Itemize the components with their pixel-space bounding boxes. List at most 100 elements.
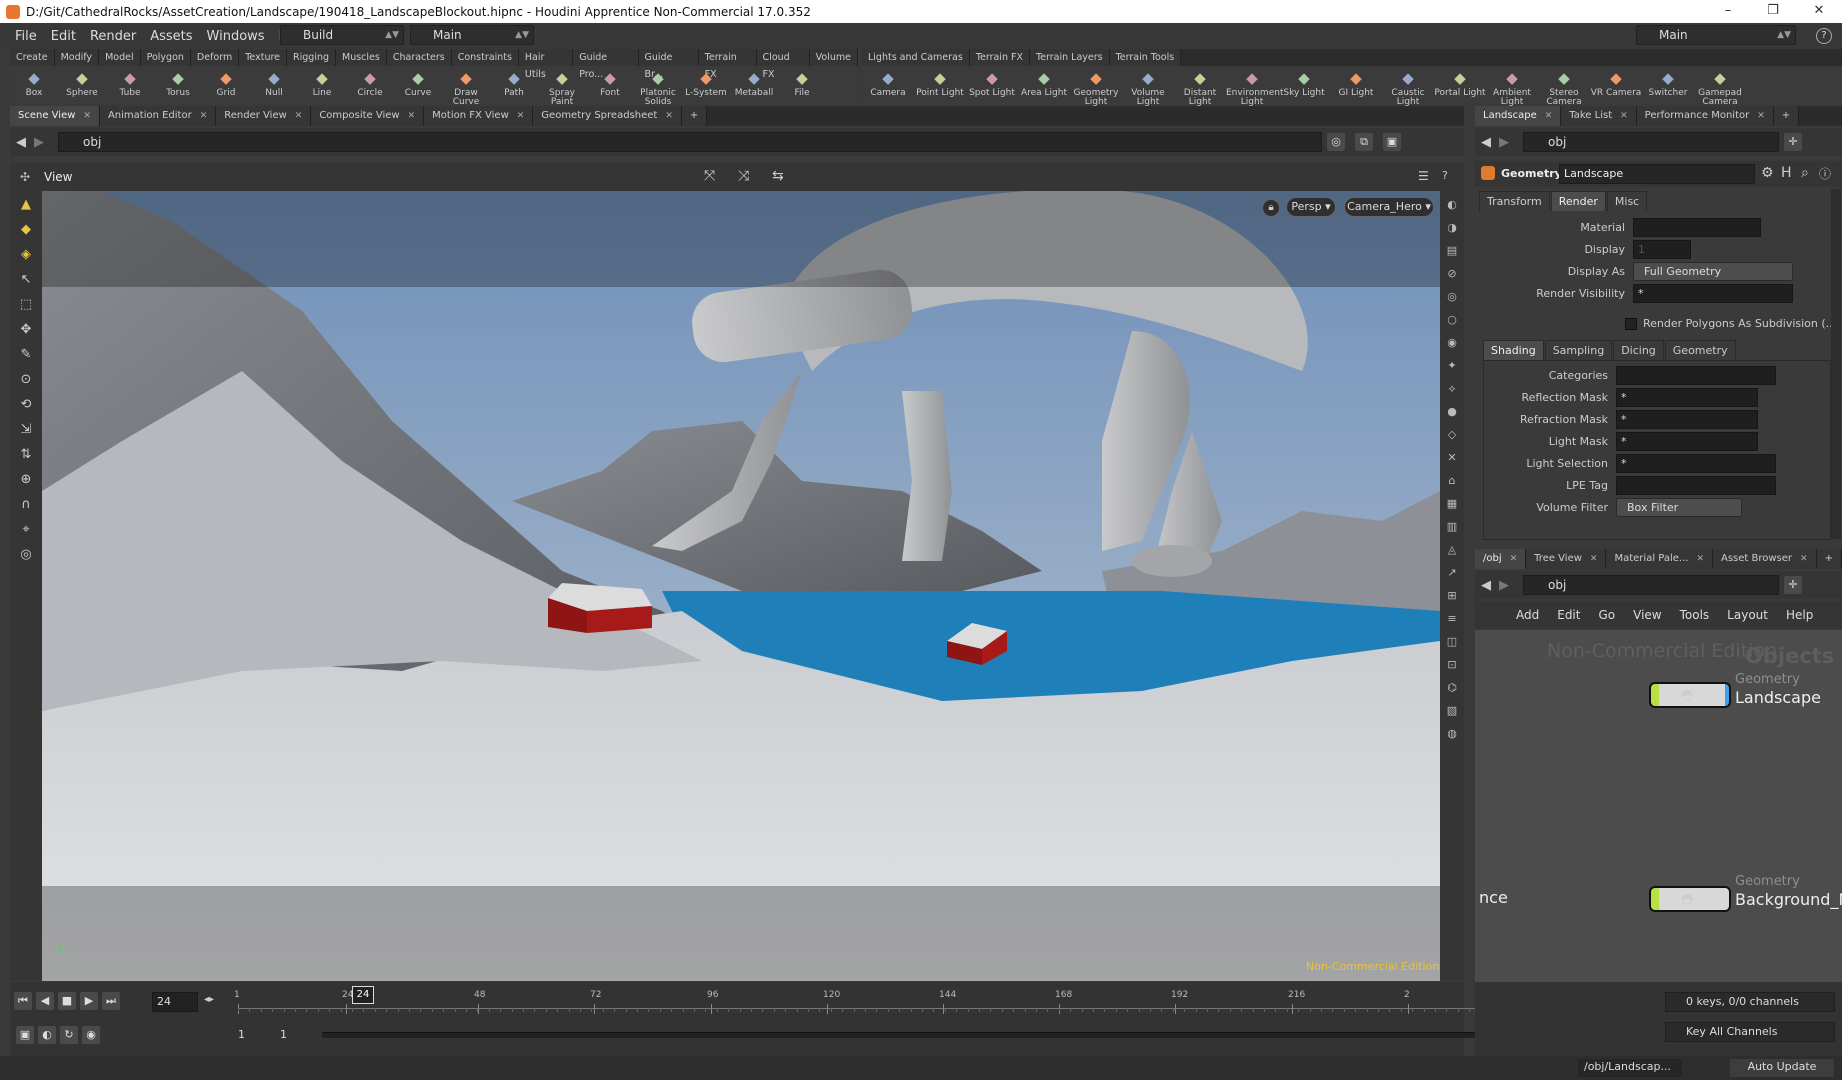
add-tab-icon[interactable]: + (1816, 549, 1842, 569)
persp-menu[interactable]: Persp ▾ (1286, 197, 1336, 217)
back-arrow-icon[interactable]: ◀ (16, 135, 26, 150)
display-option-icon[interactable]: ▥ (1443, 518, 1461, 536)
scale-icon[interactable]: ↖ (15, 269, 37, 291)
pin-icon[interactable]: ◎ (1327, 133, 1345, 151)
shading-value-light-mask[interactable]: * (1616, 432, 1758, 451)
subdivision-checkbox[interactable] (1625, 317, 1637, 330)
rotate-icon[interactable]: ◈ (15, 244, 37, 266)
forward-arrow-icon[interactable]: ▶ (34, 135, 44, 150)
shelf-tab-terrain-fx[interactable]: Terrain FX (698, 49, 757, 80)
params-sub-tab-dicing[interactable]: Dicing (1613, 340, 1664, 360)
keys-dropdown[interactable]: 0 keys, 0/0 channels (1665, 992, 1835, 1012)
start-frame-2[interactable]: 1 (280, 1028, 287, 1041)
param-value-material[interactable] (1633, 218, 1761, 237)
shading-value-volume-filter[interactable]: Box Filter (1616, 498, 1742, 517)
network-path-field[interactable]: obj (1523, 575, 1779, 595)
display-option-icon[interactable]: ▧ (1443, 702, 1461, 720)
network-menu-tools[interactable]: Tools (1671, 608, 1719, 622)
viewer-help-icon[interactable]: ? (1442, 169, 1448, 182)
network-menu-layout[interactable]: Layout (1718, 608, 1777, 622)
network-tab-asset-browser[interactable]: Asset Browser ✕ (1713, 549, 1817, 569)
options-icon[interactable]: ▣ (1383, 133, 1401, 151)
tool-area-light[interactable]: ◆ Area Light (1018, 66, 1070, 104)
step-back-icon[interactable]: ◀ (36, 992, 54, 1010)
params-sub-tab-geometry[interactable]: Geometry (1664, 340, 1736, 360)
display-option-icon[interactable]: ▤ (1443, 242, 1461, 260)
viewer-path-field[interactable]: obj (58, 132, 1322, 152)
snap-icon[interactable]: ⤧ (704, 168, 715, 184)
close-icon[interactable]: ✕ (408, 111, 416, 121)
menu-file[interactable]: File (8, 29, 44, 44)
network-menu-add[interactable]: Add (1507, 608, 1548, 622)
shelf-tab-create[interactable]: Create (10, 49, 55, 66)
camera-menu[interactable]: Camera_Hero ▾ (1344, 197, 1434, 217)
close-icon[interactable]: ✕ (665, 111, 673, 121)
tool-caustic-light[interactable]: ◆ Caustic Light (1382, 66, 1434, 107)
tool-sphere[interactable]: ◆ Sphere (58, 66, 106, 104)
tool-ambient-light[interactable]: ◆ Ambient Light (1486, 66, 1538, 107)
close-icon[interactable]: ✕ (1620, 111, 1628, 121)
realtime-icon[interactable]: ◉ (82, 1026, 100, 1044)
tool-line[interactable]: ◆ Line (298, 66, 346, 104)
param-value-display-as[interactable]: Full Geometry (1633, 262, 1793, 281)
shelf-tab-rigging[interactable]: Rigging (287, 49, 337, 66)
viewer-tab-render-view[interactable]: Render View ✕ (216, 106, 312, 126)
params-main-tab-render[interactable]: Render (1550, 191, 1606, 211)
tool-camera[interactable]: ◆ Camera (862, 66, 914, 104)
maximize-button[interactable]: ❐ (1750, 0, 1796, 23)
frame-step-icon[interactable]: ◂▸ (204, 994, 214, 1005)
node-background[interactable]: ◓ (1649, 886, 1731, 912)
shading-value-reflection-mask[interactable]: * (1616, 388, 1758, 407)
key-all-channels-button[interactable]: Key All Channels (1665, 1022, 1835, 1042)
display-option-icon[interactable]: ✦ (1443, 357, 1461, 375)
display-option-icon[interactable]: ↗ (1443, 564, 1461, 582)
shading-value-light-selection[interactable]: * (1616, 454, 1776, 473)
jump-start-icon[interactable]: ⏮ (14, 992, 32, 1010)
range-slider[interactable] (322, 1032, 1502, 1038)
menu-windows[interactable]: Windows (200, 29, 272, 44)
shelf-tab-polygon[interactable]: Polygon (140, 49, 191, 66)
shelf-tab-lights-and-cameras[interactable]: Lights and Cameras (862, 49, 970, 66)
lock-camera-icon[interactable]: 🔒︎ (1262, 199, 1280, 217)
node-name-field[interactable]: Landscape (1559, 164, 1755, 184)
close-icon[interactable]: ✕ (83, 111, 91, 121)
camera-icon[interactable]: ◎ (15, 544, 37, 566)
paint-icon[interactable]: ✎ (15, 344, 37, 366)
display-option-icon[interactable]: ▦ (1443, 495, 1461, 513)
tool-sky-light[interactable]: ◆ Sky Light (1278, 66, 1330, 104)
auto-update-button[interactable]: Auto Update (1730, 1059, 1834, 1077)
magnet-icon[interactable]: ∩ (15, 494, 37, 516)
display-option-icon[interactable]: ◬ (1443, 541, 1461, 559)
shelf-tab-cloud-fx[interactable]: Cloud FX (756, 49, 810, 80)
hda-icon[interactable]: H (1781, 165, 1792, 181)
menu-render[interactable]: Render (83, 29, 143, 44)
viewer-tab-scene-view[interactable]: Scene View ✕ (10, 106, 100, 126)
params-main-tab-transform[interactable]: Transform (1479, 191, 1550, 211)
tool-l-system[interactable]: ◆ L-System (682, 66, 730, 104)
close-icon[interactable]: ✕ (1590, 554, 1598, 564)
close-icon[interactable]: ✕ (1696, 554, 1704, 564)
pose-icon[interactable]: ✥ (15, 319, 37, 341)
keyframe-icon[interactable]: ▣ (16, 1026, 34, 1044)
display-option-icon[interactable]: ● (1443, 403, 1461, 421)
network-tab-material-pale-[interactable]: Material Pale... ✕ (1606, 549, 1713, 569)
shelf-tab-modify[interactable]: Modify (54, 49, 100, 66)
param-value-display[interactable]: 1 (1633, 240, 1691, 259)
status-path-field[interactable]: /obj/Landscap... (1578, 1059, 1682, 1077)
display-option-icon[interactable]: ◇ (1443, 426, 1461, 444)
info-icon[interactable]: ⓘ (1819, 165, 1831, 182)
viewer-tab-animation-editor[interactable]: Animation Editor ✕ (99, 106, 217, 126)
move-icon[interactable]: ◆ (15, 219, 37, 241)
display-option-icon[interactable]: ⟡ (1443, 380, 1461, 398)
params-sub-tab-shading[interactable]: Shading (1483, 340, 1544, 360)
play-icon[interactable]: ▶ (80, 992, 98, 1010)
shelf-tab-guide-br-[interactable]: Guide Br... (638, 49, 699, 80)
display-option-icon[interactable]: ◎ (1443, 288, 1461, 306)
params-main-tab-misc[interactable]: Misc (1606, 191, 1648, 211)
start-frame[interactable]: 1 (238, 1028, 245, 1041)
network-menu-edit[interactable]: Edit (1548, 608, 1589, 622)
audio-icon[interactable]: ◐ (38, 1026, 56, 1044)
forward-arrow-icon[interactable]: ▶ (1499, 135, 1509, 150)
params-scrollbar[interactable] (1831, 189, 1841, 539)
display-options-icon[interactable]: ☰ (1418, 169, 1429, 183)
